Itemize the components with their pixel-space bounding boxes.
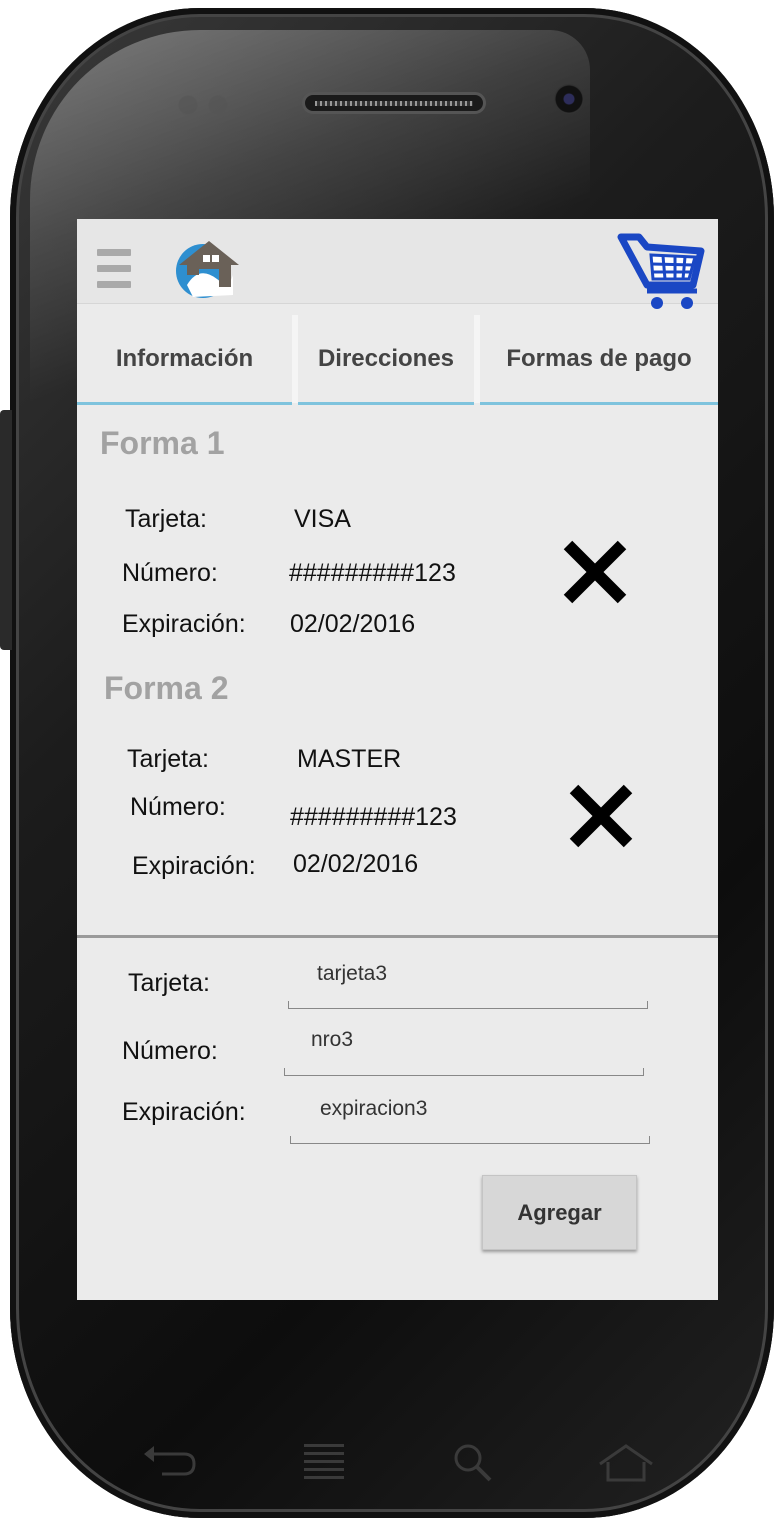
hamburger-menu-icon[interactable] <box>97 249 131 297</box>
section-divider <box>77 935 718 938</box>
card-input[interactable]: tarjeta3 <box>317 962 387 986</box>
expiry-label: Expiración: <box>122 1098 246 1126</box>
expiry-input-underline <box>290 1136 650 1144</box>
shopping-cart-icon[interactable] <box>617 227 707 311</box>
house-water-logo <box>176 241 239 298</box>
app-header <box>77 219 718 309</box>
delete-x-icon[interactable] <box>562 539 628 605</box>
expiry-label: Expiración: <box>122 610 246 638</box>
earpiece-speaker <box>302 92 486 114</box>
tab-label: Direcciones <box>317 344 455 372</box>
menu-key-icon[interactable] <box>296 1440 356 1484</box>
card-label: Tarjeta: <box>128 969 210 997</box>
home-key-icon[interactable] <box>596 1440 656 1484</box>
search-key-icon[interactable] <box>446 1440 506 1484</box>
number-value: #########123 <box>289 559 456 587</box>
delete-x-icon[interactable] <box>568 783 634 849</box>
payment-method-title: Forma 1 <box>100 425 225 461</box>
add-payment-button[interactable]: Agregar <box>482 1175 637 1250</box>
expiry-input[interactable]: expiracion3 <box>320 1097 427 1121</box>
front-camera-icon <box>554 84 584 114</box>
card-input-underline <box>288 1001 648 1009</box>
tab-direcciones[interactable]: Direcciones <box>298 315 474 405</box>
tab-formas-de-pago[interactable]: Formas de pago <box>480 315 718 405</box>
number-input-underline <box>284 1068 644 1076</box>
number-value: #########123 <box>290 803 457 831</box>
number-input[interactable]: nro3 <box>311 1028 353 1052</box>
number-label: Número: <box>122 559 218 587</box>
tab-bar: Información Direcciones Formas de pago <box>77 315 718 405</box>
card-value: VISA <box>294 505 351 533</box>
expiry-value: 02/02/2016 <box>293 850 419 878</box>
back-key-icon[interactable] <box>140 1440 200 1484</box>
app-screen: Información Direcciones Formas de pago F… <box>77 219 718 1300</box>
tab-label: Formas de pago <box>506 344 692 372</box>
card-value: MASTER <box>297 745 402 773</box>
payment-method-title: Forma 2 <box>104 670 229 706</box>
number-label: Número: <box>122 1037 218 1065</box>
card-label: Tarjeta: <box>125 505 207 533</box>
number-label: Número: <box>130 793 226 821</box>
tab-label: Información <box>115 344 254 372</box>
card-label: Tarjeta: <box>127 745 209 773</box>
phone-side-button <box>0 410 12 650</box>
expiry-value: 02/02/2016 <box>290 610 416 638</box>
tab-informacion[interactable]: Información <box>77 315 292 405</box>
proximity-sensor <box>168 94 240 116</box>
expiry-label: Expiración: <box>132 852 256 880</box>
